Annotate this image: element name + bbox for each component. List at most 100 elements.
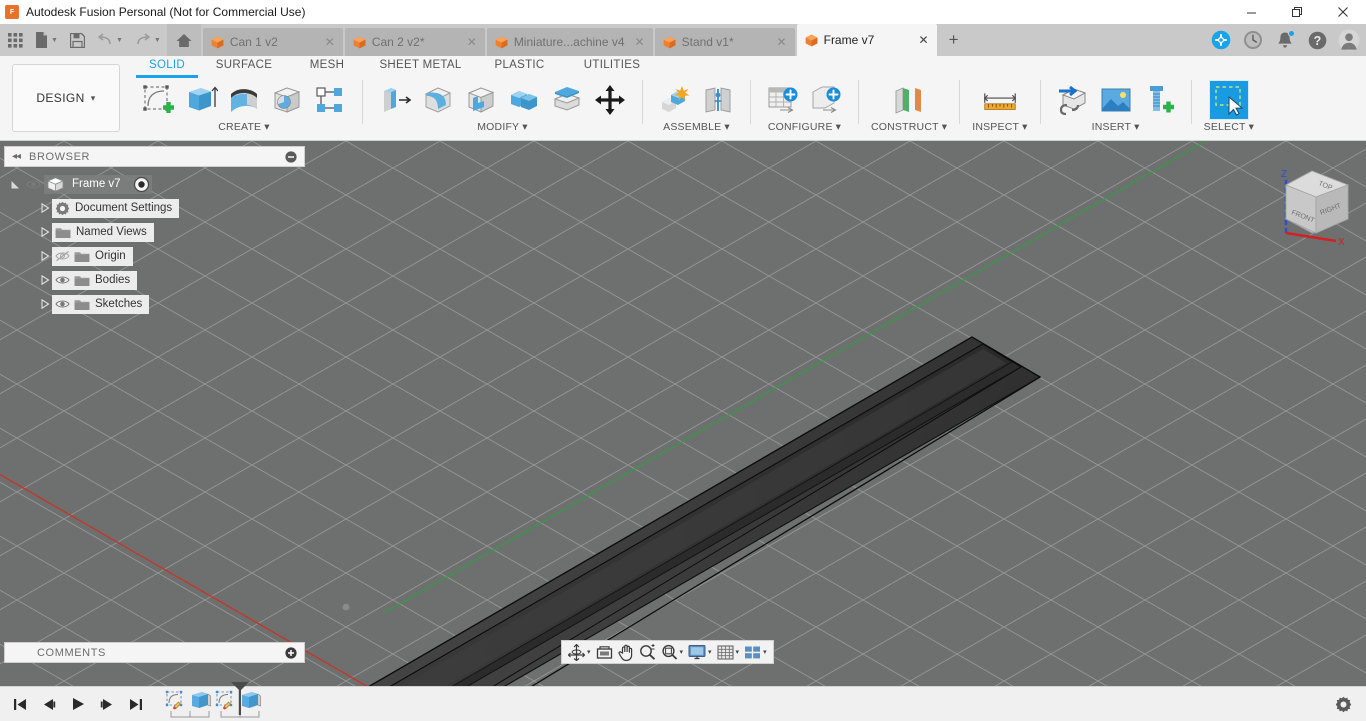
- tree-node-origin[interactable]: Origin: [8, 246, 308, 266]
- press-pull-icon[interactable]: [375, 80, 415, 120]
- document-tab[interactable]: Can 2 v2* ✕: [344, 28, 485, 56]
- ribbon-tab-solid[interactable]: SOLID: [132, 56, 202, 78]
- view-cube[interactable]: Z X TOP FRONT RIGHT: [1264, 155, 1360, 247]
- new-component-icon[interactable]: [655, 80, 695, 120]
- close-tab-icon[interactable]: ✕: [457, 35, 477, 49]
- offset-plane-icon[interactable]: [889, 80, 929, 120]
- new-file-caret-icon[interactable]: ▼: [51, 37, 58, 44]
- ribbon-group-label[interactable]: CONFIGURE ▾: [768, 121, 841, 133]
- visibility-eye-icon[interactable]: [22, 179, 44, 190]
- comments-panel-header[interactable]: COMMENTS: [4, 642, 305, 663]
- group-caret-icon[interactable]: ▾: [942, 121, 947, 133]
- visibility-eye-icon[interactable]: [55, 274, 71, 286]
- ribbon-tab-surface[interactable]: SURFACE: [202, 56, 286, 76]
- extension-icon[interactable]: [1210, 29, 1232, 51]
- tree-node-named-views[interactable]: Named Views: [8, 222, 308, 242]
- configuration-table-icon[interactable]: [763, 80, 803, 120]
- sketch-feature-icon[interactable]: [163, 689, 188, 711]
- group-caret-icon[interactable]: ▾: [836, 121, 841, 133]
- redo-icon[interactable]: ▼: [129, 24, 167, 56]
- tree-node-pill[interactable]: Named Views: [52, 222, 154, 242]
- tree-node-sketches[interactable]: Sketches: [8, 294, 308, 314]
- extrude-icon[interactable]: [181, 80, 221, 120]
- insert-mcmaster-icon[interactable]: [1139, 80, 1179, 120]
- document-tab-active[interactable]: Frame v7 ✕: [796, 24, 937, 56]
- ribbon-tab-plastic[interactable]: PLASTIC: [473, 56, 566, 76]
- grid-snap-icon[interactable]: ▾: [715, 641, 742, 663]
- pan-icon[interactable]: [616, 641, 636, 663]
- fillet-icon[interactable]: [418, 80, 458, 120]
- skip-to-end-icon[interactable]: [128, 695, 143, 713]
- display-settings-caret-icon[interactable]: ▾: [708, 648, 712, 656]
- look-at-icon[interactable]: [594, 641, 615, 663]
- group-caret-icon[interactable]: ▾: [522, 121, 527, 133]
- group-caret-icon[interactable]: ▾: [1134, 121, 1139, 133]
- workspace-caret-icon[interactable]: ▾: [91, 93, 96, 104]
- insert-derive-icon[interactable]: [1053, 80, 1093, 120]
- tree-node-document-settings[interactable]: Document Settings: [8, 198, 308, 218]
- activate-radio-icon[interactable]: [133, 176, 150, 193]
- group-caret-icon[interactable]: ▾: [264, 121, 269, 133]
- display-settings-icon[interactable]: ▾: [686, 641, 714, 663]
- visibility-eye-icon[interactable]: [55, 298, 71, 310]
- twisty-collapsed-icon[interactable]: [38, 227, 52, 237]
- app-grid-icon[interactable]: [2, 24, 29, 56]
- tree-node-pill[interactable]: Frame v7: [44, 174, 152, 194]
- viewports-caret-icon[interactable]: ▾: [763, 648, 767, 656]
- close-tab-icon[interactable]: ✕: [625, 35, 645, 49]
- zoom-icon[interactable]: [637, 641, 658, 663]
- tree-node-pill[interactable]: Origin: [52, 246, 133, 266]
- settings-gear-icon[interactable]: [1335, 696, 1352, 713]
- document-tab[interactable]: Can 1 v2 ✕: [202, 28, 343, 56]
- move-copy-icon[interactable]: [590, 80, 630, 120]
- document-tab[interactable]: Stand v1* ✕: [654, 28, 795, 56]
- close-tab-icon[interactable]: ✕: [315, 35, 335, 49]
- save-icon[interactable]: [64, 24, 91, 56]
- twisty-expanded-icon[interactable]: [8, 180, 22, 189]
- tree-node-frame[interactable]: Frame v7: [8, 174, 308, 194]
- insert-canvas-icon[interactable]: [1096, 80, 1136, 120]
- group-caret-icon[interactable]: ▾: [1249, 121, 1254, 133]
- grid-snap-caret-icon[interactable]: ▾: [736, 648, 740, 656]
- twisty-collapsed-icon[interactable]: [38, 275, 52, 285]
- ribbon-group-label[interactable]: INSERT ▾: [1092, 121, 1140, 133]
- ribbon-tab-sheet-metal[interactable]: SHEET METAL: [368, 56, 473, 76]
- extrude-feature-icon[interactable]: [188, 689, 213, 711]
- minus-circle-icon[interactable]: [285, 150, 297, 163]
- maximize-restore-button[interactable]: [1274, 0, 1320, 24]
- group-caret-icon[interactable]: ▾: [1022, 121, 1027, 133]
- plus-circle-icon[interactable]: [285, 646, 297, 659]
- measure-icon[interactable]: [980, 80, 1020, 120]
- user-avatar-icon[interactable]: [1338, 29, 1360, 51]
- orbit-icon[interactable]: ▾: [566, 641, 593, 663]
- tree-node-pill[interactable]: Bodies: [52, 270, 138, 290]
- timeline-marker[interactable]: [229, 680, 251, 716]
- twisty-collapsed-icon[interactable]: [38, 251, 52, 261]
- play-icon[interactable]: [70, 695, 85, 713]
- home-icon[interactable]: [166, 24, 201, 56]
- close-tab-icon[interactable]: ✕: [767, 35, 787, 49]
- skip-to-start-icon[interactable]: [12, 695, 27, 713]
- zoom-window-icon[interactable]: ▾: [659, 641, 686, 663]
- configure-part-icon[interactable]: [806, 80, 846, 120]
- visibility-eye-hidden-icon[interactable]: [55, 250, 71, 262]
- close-tab-icon[interactable]: ✕: [909, 33, 929, 47]
- workspace-selector[interactable]: DESIGN ▾: [12, 64, 120, 132]
- ribbon-tab-utilities[interactable]: UTILITIES: [566, 56, 658, 76]
- new-tab-button[interactable]: +: [939, 24, 969, 56]
- history-clock-icon[interactable]: [1242, 29, 1264, 51]
- ribbon-group-label[interactable]: ASSEMBLE ▾: [663, 121, 730, 133]
- ribbon-group-label[interactable]: SELECT ▾: [1204, 121, 1255, 133]
- close-window-button[interactable]: [1320, 0, 1366, 24]
- combine-icon[interactable]: [504, 80, 544, 120]
- orbit-caret-icon[interactable]: ▾: [587, 648, 591, 656]
- undo-icon[interactable]: ▼: [91, 24, 129, 56]
- ribbon-group-label[interactable]: MODIFY ▾: [477, 121, 528, 133]
- minimize-button[interactable]: [1228, 0, 1274, 24]
- new-file-icon[interactable]: ▼: [29, 24, 64, 56]
- ribbon-group-label[interactable]: CREATE ▾: [218, 121, 270, 133]
- tree-node-pill[interactable]: Sketches: [52, 294, 150, 314]
- revolve-icon[interactable]: [224, 80, 264, 120]
- shell-icon[interactable]: [461, 80, 501, 120]
- twisty-collapsed-icon[interactable]: [38, 299, 52, 309]
